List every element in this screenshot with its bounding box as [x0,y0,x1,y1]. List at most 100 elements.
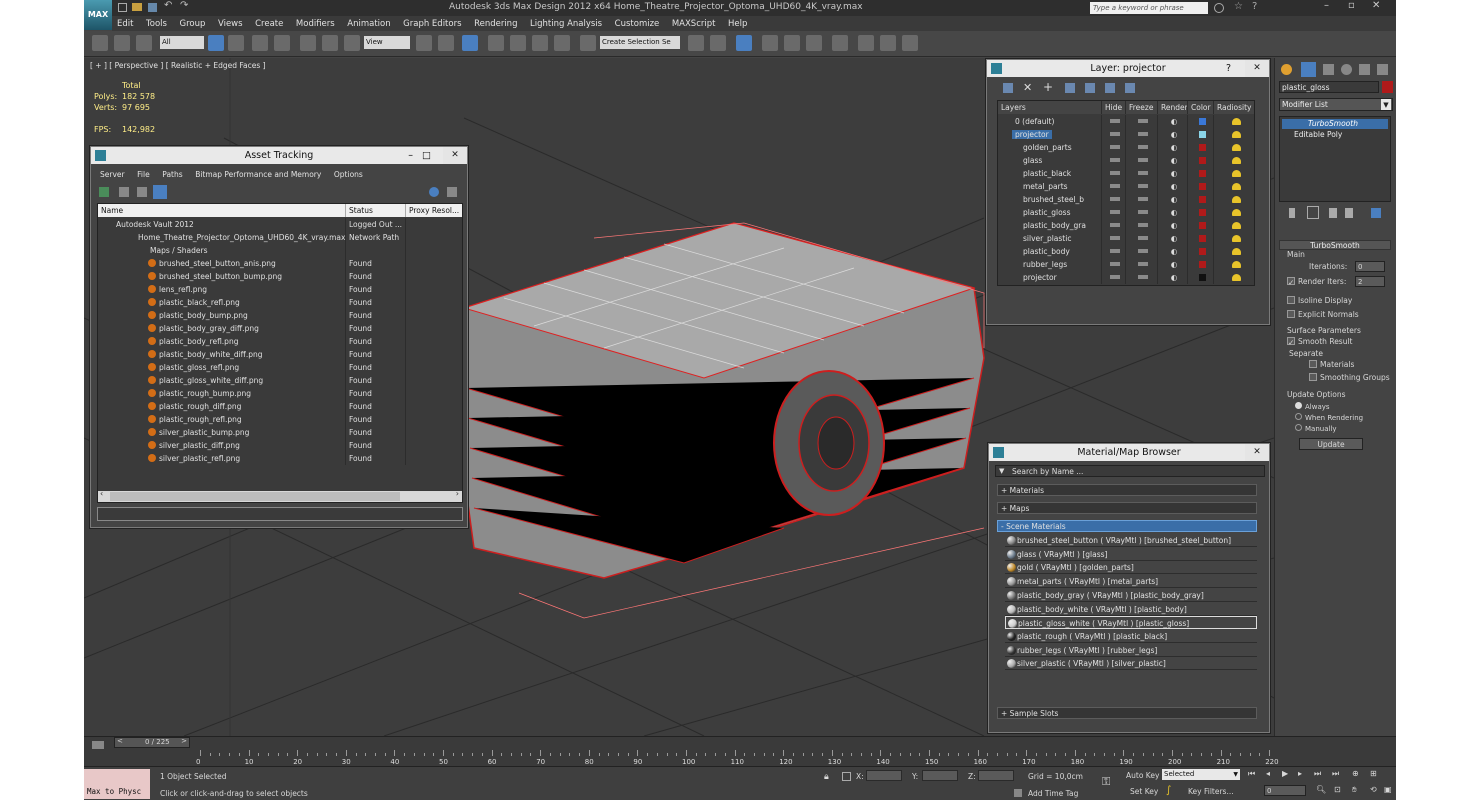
layer-radiosity-toggle[interactable] [1214,167,1254,180]
open-icon[interactable] [132,3,142,11]
isoline-checkbox[interactable] [1287,296,1295,304]
layer-radiosity-toggle[interactable] [1214,271,1254,284]
asset-row[interactable]: plastic_body_bump.png Found [98,309,462,322]
stack-item-editable-poly[interactable]: Editable Poly [1282,130,1388,140]
layer-render-toggle[interactable]: ◐ [1158,115,1188,128]
scroll-left-icon[interactable]: ‹ [100,489,103,498]
layer-freeze-toggle[interactable] [1126,245,1158,258]
layer-color-swatch[interactable] [1188,219,1214,232]
layer-render-toggle[interactable]: ◐ [1158,245,1188,258]
undo-icon[interactable]: ↶ [164,0,172,11]
spinner-snap-icon[interactable] [554,35,570,51]
layer-color-swatch[interactable] [1188,193,1214,206]
asset-row[interactable]: plastic_rough_diff.png Found [98,400,462,413]
layer-row[interactable]: silver_plastic ◐ [998,232,1254,245]
asset-row[interactable]: plastic_rough_refl.png Found [98,413,462,426]
asset-row[interactable]: plastic_gloss_white_diff.png Found [98,374,462,387]
layer-color-swatch[interactable] [1188,128,1214,141]
menu-edit[interactable]: Edit [112,16,138,31]
window-crossing-icon[interactable] [274,35,290,51]
layer-radiosity-toggle[interactable] [1214,128,1254,141]
layer-render-toggle[interactable]: ◐ [1158,167,1188,180]
previous-frame-icon[interactable]: ◂ [1266,769,1270,778]
menu-bitmap-performance[interactable]: Bitmap Performance and Memory [190,167,326,182]
scene-material-item[interactable]: glass ( VRayMtl ) [glass] [1005,548,1257,561]
layer-freeze-toggle[interactable] [1126,128,1158,141]
asset-row[interactable]: plastic_gloss_refl.png Found [98,361,462,374]
section-maps[interactable]: + Maps [997,502,1257,514]
menu-options[interactable]: Options [329,167,368,182]
scene-material-item[interactable]: plastic_body_gray ( VRayMtl ) [plastic_b… [1005,589,1257,602]
menu-group[interactable]: Group [175,16,211,31]
add-to-layer-icon[interactable]: + [1043,80,1053,94]
scene-material-item[interactable]: silver_plastic ( VRayMtl ) [silver_plast… [1005,657,1257,671]
layer-row[interactable]: plastic_body_gra ◐ [998,219,1254,232]
layer-render-toggle[interactable]: ◐ [1158,232,1188,245]
close-icon[interactable]: ✕ [1245,60,1269,77]
layer-radiosity-toggle[interactable] [1214,193,1254,206]
render-iters-spinner[interactable]: 2 [1355,276,1385,287]
layer-color-swatch[interactable] [1188,232,1214,245]
show-end-result-icon[interactable] [1307,206,1319,219]
column-layers[interactable]: Layers [998,101,1102,114]
set-key-button[interactable]: Set Key [1130,787,1158,796]
layer-radiosity-toggle[interactable] [1214,219,1254,232]
scroll-right-icon[interactable]: › [456,489,459,498]
asset-row[interactable]: silver_plastic_diff.png Found [98,439,462,452]
layer-hide-toggle[interactable] [1102,193,1126,206]
pivot-icon[interactable] [416,35,432,51]
layer-hide-toggle[interactable] [1102,206,1126,219]
layer-radiosity-toggle[interactable] [1214,258,1254,271]
column-name[interactable]: Name [98,204,346,217]
asset-row[interactable]: silver_plastic_bump.png Found [98,426,462,439]
menu-paths[interactable]: Paths [157,167,187,182]
column-freeze[interactable]: Freeze [1126,101,1158,114]
layer-manager-icon[interactable] [736,35,752,51]
menu-create[interactable]: Create [250,16,288,31]
layer-row[interactable]: brushed_steel_b ◐ [998,193,1254,206]
key-mode-icon[interactable]: ⏭ [1332,769,1339,779]
scene-file-row[interactable]: Home_Theatre_Projector_Optoma_UHD60_4K_v… [98,231,462,244]
key-filters-button[interactable]: Key Filters... [1188,787,1234,796]
scene-material-item[interactable]: plastic_gloss_white ( VRayMtl ) [plastic… [1005,616,1257,630]
material-search-bar[interactable]: ▼ Search by Name ... [995,465,1265,477]
layer-freeze-toggle[interactable] [1126,180,1158,193]
grid-view-icon[interactable] [153,185,167,199]
unlink-icon[interactable] [114,35,130,51]
smooth-result-checkbox[interactable]: ✓ [1287,337,1295,347]
layer-hide-toggle[interactable] [1102,115,1126,128]
layer-radiosity-toggle[interactable] [1214,115,1254,128]
lock-selection-icon[interactable]: 🔒︎ [824,772,829,782]
horizontal-scrollbar[interactable]: ‹ › [98,489,462,502]
menu-help[interactable]: Help [723,16,752,31]
menu-graph-editors[interactable]: Graph Editors [398,16,466,31]
minimize-icon[interactable]: – [1324,0,1329,11]
hide-all-icon[interactable] [1105,83,1115,93]
highlight-icon[interactable] [1085,83,1095,93]
iterations-spinner[interactable]: 0 [1355,261,1385,272]
update-button[interactable]: Update [1299,438,1363,450]
layer-color-swatch[interactable] [1188,115,1214,128]
update-manually-radio[interactable] [1295,424,1302,431]
layer-hide-toggle[interactable] [1102,180,1126,193]
help-search-input[interactable]: Type a keyword or phrase [1090,2,1208,14]
layer-color-swatch[interactable] [1188,245,1214,258]
layer-render-toggle[interactable]: ◐ [1158,154,1188,167]
layer-row[interactable]: plastic_gloss ◐ [998,206,1254,219]
layer-radiosity-toggle[interactable] [1214,206,1254,219]
menu-modifiers[interactable]: Modifiers [291,16,340,31]
menu-animation[interactable]: Animation [342,16,395,31]
separate-materials-checkbox[interactable] [1309,360,1317,368]
angle-snap-icon[interactable] [510,35,526,51]
maxscript-listener[interactable]: Max to Physc [84,769,150,799]
layer-manager-titlebar[interactable]: Layer: projector ? ✕ [987,60,1269,77]
freeze-all-icon[interactable] [1125,83,1135,93]
modifier-list-dropdown[interactable]: Modifier List ▼ [1279,98,1393,111]
close-icon[interactable]: ✕ [443,147,467,164]
layer-color-swatch[interactable] [1188,258,1214,271]
snaps-toggle-icon[interactable] [488,35,504,51]
close-icon[interactable]: ✕ [1372,0,1380,11]
layer-row[interactable]: glass ◐ [998,154,1254,167]
default-in-out-tangents-icon[interactable]: ∫ [1166,785,1171,796]
layer-color-swatch[interactable] [1188,154,1214,167]
